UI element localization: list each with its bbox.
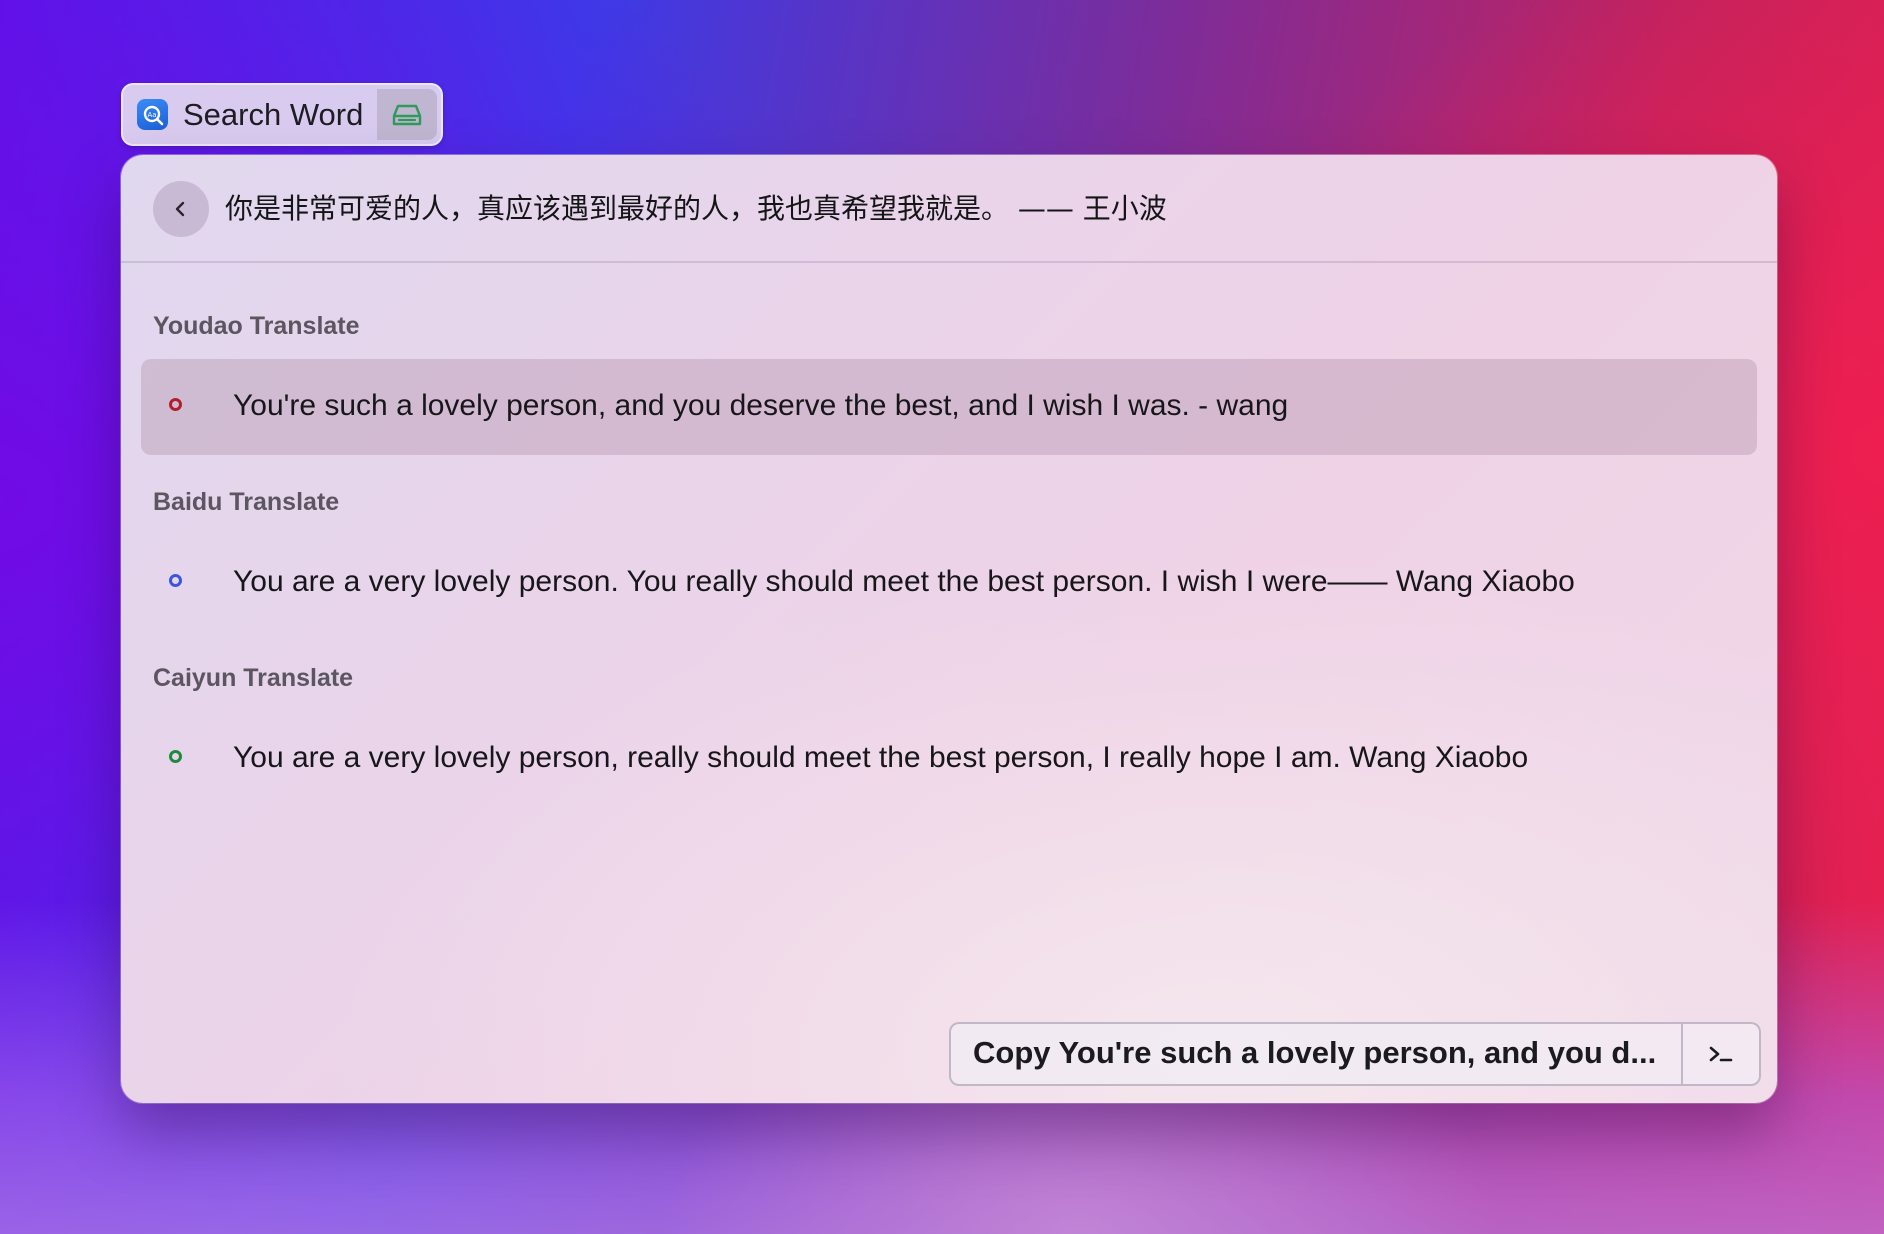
drive-icon[interactable] <box>377 89 437 140</box>
section-title-caiyun: Caiyun Translate <box>153 664 354 692</box>
result-text: You're such a lovely person, and you des… <box>233 389 1289 422</box>
terminal-button[interactable] <box>1683 1024 1759 1084</box>
result-text: You are a very lovely person. You really… <box>233 565 1575 598</box>
svg-text:Aa: Aa <box>147 111 156 119</box>
status-dot-icon <box>169 398 182 411</box>
copy-action-label: Copy You're such a lovely person, and yo… <box>973 1035 1657 1070</box>
search-word-tag[interactable]: Aa Search Word <box>121 83 443 146</box>
terminal-icon <box>1709 1046 1733 1062</box>
section-title-youdao: Youdao Translate <box>153 312 360 340</box>
action-bar: Copy You're such a lovely person, and yo… <box>949 1022 1761 1086</box>
translation-window: 你是非常可爱的人，真应该遇到最好的人，我也真希望我就是。 —— 王小波 Youd… <box>121 155 1777 1103</box>
search-header: 你是非常可爱的人，真应该遇到最好的人，我也真希望我就是。 —— 王小波 <box>121 155 1777 263</box>
back-button[interactable] <box>153 181 209 237</box>
result-text: You are a very lovely person, really sho… <box>233 741 1529 774</box>
copy-action-button[interactable]: Copy You're such a lovely person, and yo… <box>951 1024 1681 1084</box>
chevron-left-icon <box>175 201 185 217</box>
status-dot-icon <box>169 574 182 587</box>
section-title-baidu: Baidu Translate <box>153 488 340 516</box>
search-query[interactable]: 你是非常可爱的人，真应该遇到最好的人，我也真希望我就是。 —— 王小波 <box>225 189 1167 229</box>
tag-title: Search Word <box>183 97 364 132</box>
result-row-youdao[interactable]: You're such a lovely person, and you des… <box>141 359 1757 455</box>
result-row-baidu[interactable]: You are a very lovely person. You really… <box>141 535 1757 631</box>
result-row-caiyun[interactable]: You are a very lovely person, really sho… <box>141 711 1757 807</box>
status-dot-icon <box>169 750 182 763</box>
search-word-icon: Aa <box>137 99 168 130</box>
